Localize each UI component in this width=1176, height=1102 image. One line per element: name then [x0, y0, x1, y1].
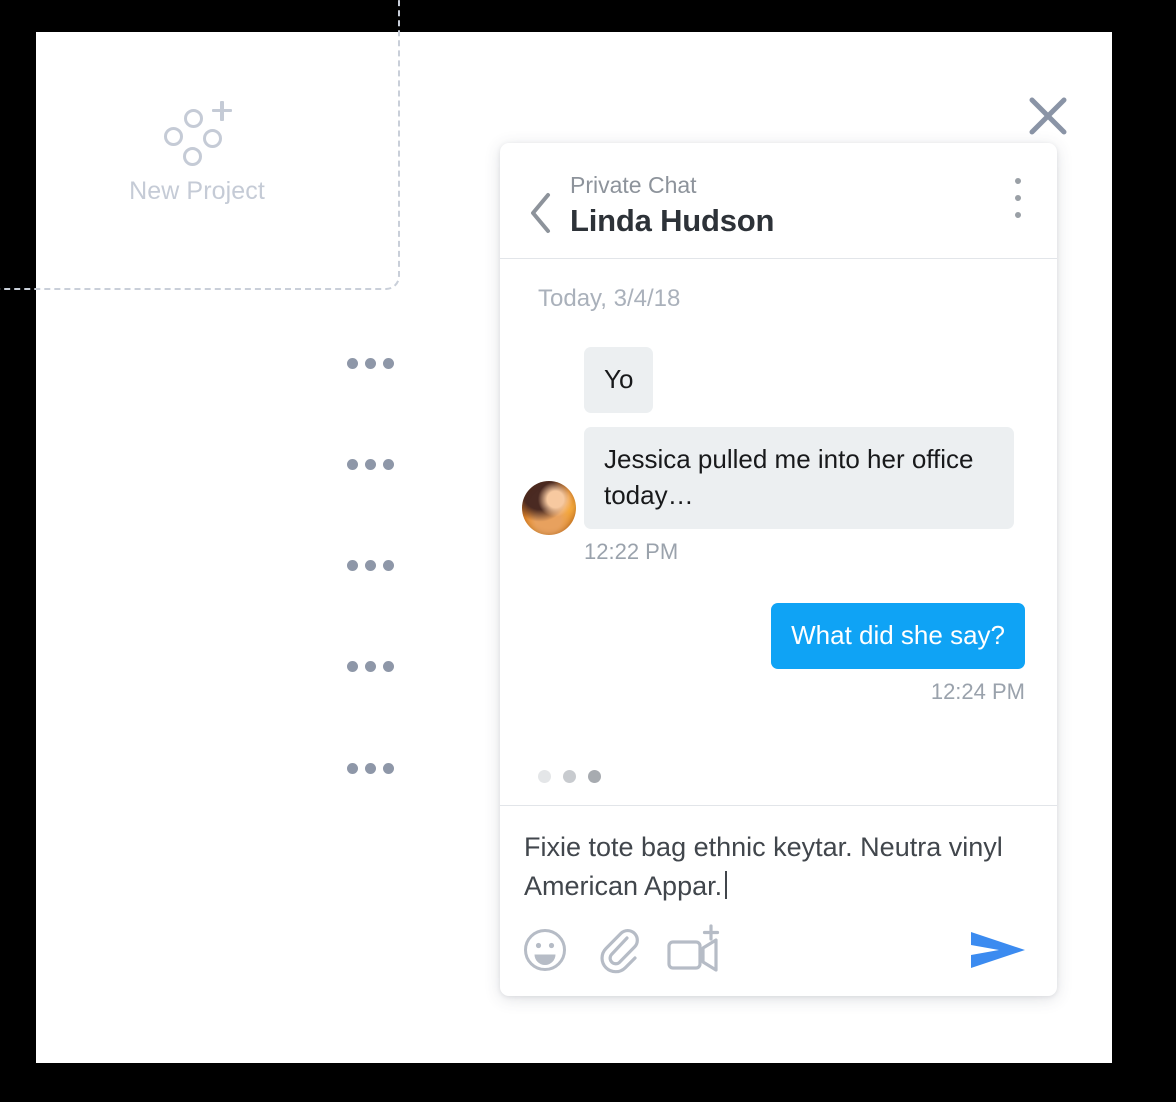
- message-row-outgoing: What did she say? 12:24 PM: [514, 602, 1025, 705]
- message-list[interactable]: Today, 3/4/18 Yo Jessica pulled me into …: [500, 259, 1057, 805]
- date-divider: Today, 3/4/18: [538, 285, 681, 312]
- dot: [347, 661, 358, 672]
- send-paper-plane-icon[interactable]: [969, 928, 1027, 972]
- incoming-bubble-group: Yo Jessica pulled me into her office tod…: [584, 347, 1014, 565]
- plus-icon-vertical: [220, 100, 224, 121]
- dot: [1015, 195, 1021, 201]
- chat-header: Private Chat Linda Hudson: [500, 143, 1057, 259]
- typing-indicator: [538, 770, 601, 783]
- typing-dot-3: [588, 770, 601, 783]
- chat-title: Linda Hudson: [570, 203, 775, 239]
- chevron-left-icon[interactable]: [524, 183, 558, 243]
- message-composer: Fixie tote bag ethnic keytar. Neutra vin…: [500, 805, 1057, 996]
- dot: [1015, 212, 1021, 218]
- message-bubble[interactable]: What did she say?: [771, 602, 1025, 669]
- more-vertical-icon[interactable]: [1005, 175, 1031, 221]
- message-input-value: Fixie tote bag ethnic keytar. Neutra vin…: [524, 832, 1003, 902]
- circle-bottom-icon: [183, 146, 202, 166]
- dot: [347, 560, 358, 571]
- dot: [365, 459, 376, 470]
- paperclip-icon[interactable]: [596, 926, 640, 974]
- video-camera-add-icon[interactable]: [666, 924, 722, 976]
- message-row-incoming: Yo Jessica pulled me into her office tod…: [514, 347, 1025, 565]
- chat-header-text: Private Chat Linda Hudson: [570, 165, 774, 238]
- message-timestamp: 12:24 PM: [930, 678, 1025, 704]
- four-circles-plus-icon: [158, 100, 236, 166]
- message-bubble[interactable]: Yo: [584, 347, 654, 413]
- typing-dot-1: [538, 770, 551, 783]
- app-canvas: New Project Private Chat Linda Hudson To…: [0, 0, 1112, 1063]
- new-project-label: New Project: [129, 176, 265, 205]
- dot: [365, 560, 376, 571]
- avatar: [522, 480, 576, 535]
- dot: [365, 763, 376, 774]
- private-chat-card: Private Chat Linda Hudson Today, 3/4/18 …: [500, 143, 1057, 996]
- composer-toolbar: [518, 924, 1031, 976]
- dot: [347, 459, 358, 470]
- emoji-smiley-icon[interactable]: [522, 927, 568, 973]
- message-bubble[interactable]: Jessica pulled me into her office today…: [584, 426, 1014, 529]
- avatar-slot: [514, 480, 584, 565]
- row-overflow-menu-1[interactable]: [347, 358, 394, 369]
- message-timestamp: 12:22 PM: [584, 538, 679, 564]
- dot: [383, 763, 394, 774]
- dot: [383, 358, 394, 369]
- dot: [365, 661, 376, 672]
- message-input[interactable]: Fixie tote bag ethnic keytar. Neutra vin…: [518, 828, 1031, 908]
- circle-top-icon: [184, 108, 203, 128]
- dot: [383, 661, 394, 672]
- circle-right-icon: [203, 128, 222, 148]
- circle-left-icon: [164, 126, 183, 146]
- new-project-card[interactable]: New Project: [0, 0, 400, 290]
- text-caret: [725, 871, 728, 900]
- dot: [1015, 178, 1021, 184]
- dot: [383, 459, 394, 470]
- dot: [347, 763, 358, 774]
- row-overflow-menu-3[interactable]: [347, 560, 394, 571]
- typing-dot-2: [563, 770, 576, 783]
- row-overflow-menu-4[interactable]: [347, 661, 394, 672]
- row-overflow-menu-5[interactable]: [347, 763, 394, 774]
- dot: [347, 358, 358, 369]
- close-x-icon[interactable]: [1025, 93, 1071, 139]
- row-overflow-menu-2[interactable]: [347, 459, 394, 470]
- chat-subtitle: Private Chat: [570, 172, 697, 198]
- dot: [383, 560, 394, 571]
- dot: [365, 358, 376, 369]
